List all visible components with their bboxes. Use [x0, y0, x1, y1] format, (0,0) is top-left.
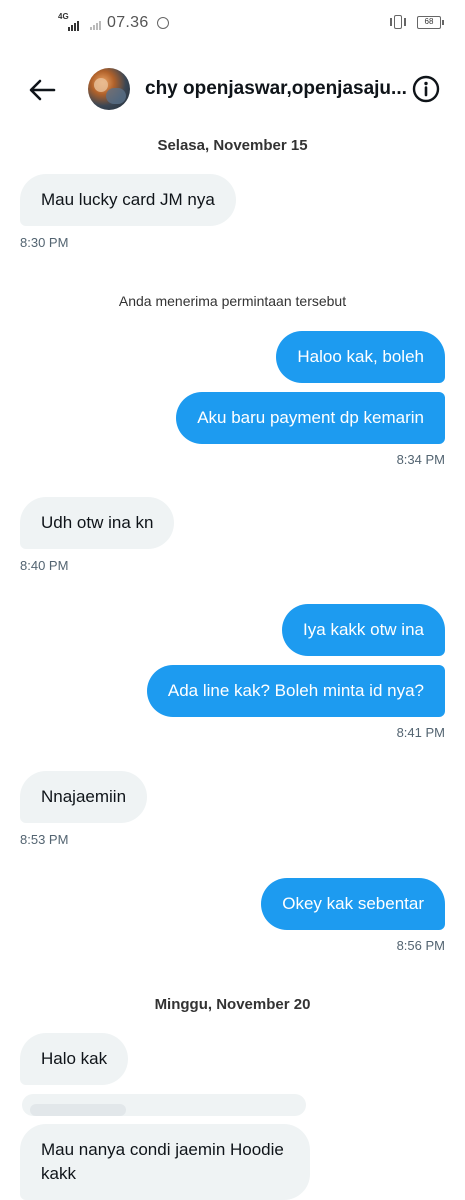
- message-timestamp: 8:53 PM: [20, 832, 69, 847]
- message-bubble-outgoing[interactable]: Iya kakk otw ina: [282, 604, 445, 656]
- whatsapp-icon: [156, 17, 169, 29]
- battery-icon: 68: [417, 15, 444, 29]
- message-bubble-incoming[interactable]: Halo kak: [20, 1033, 129, 1085]
- status-bar: 4G 07.36 68: [0, 0, 465, 48]
- conversation-header: chy openjaswar,openjasaju...: [0, 60, 465, 120]
- avatar[interactable]: [88, 68, 130, 110]
- status-left: 4G 07.36: [58, 12, 169, 32]
- message-bubble-incoming[interactable]: Mau lucky card JM nya: [20, 174, 236, 226]
- info-icon: [412, 75, 440, 103]
- arrow-left-icon: [29, 79, 56, 101]
- status-right: 68: [389, 15, 444, 29]
- message-bubble-incoming[interactable]: Mau nanya condi jaemin Hoodie kakk: [20, 1124, 310, 1200]
- message-timestamp: 8:34 PM: [396, 452, 445, 467]
- conversation-title[interactable]: chy openjaswar,openjasaju...: [145, 78, 407, 100]
- message-bubble-incoming[interactable]: Nnajaemiin: [20, 771, 148, 823]
- message-bubble-outgoing[interactable]: Ada line kak? Boleh minta id nya?: [146, 665, 445, 717]
- message-timestamp: 8:30 PM: [20, 235, 69, 250]
- info-button[interactable]: [411, 74, 441, 104]
- network-signal-icon: 4G: [58, 12, 80, 31]
- message-bubble-outgoing[interactable]: Okey kak sebentar: [261, 878, 445, 930]
- back-button[interactable]: [24, 74, 60, 106]
- message-bubble-outgoing[interactable]: Haloo kak, boleh: [276, 331, 445, 383]
- request-accepted-note: Anda menerima permintaan tersebut: [118, 293, 347, 309]
- secondary-signal-icon: [90, 16, 101, 30]
- message-timestamp: 8:41 PM: [396, 725, 445, 740]
- message-bubble-outgoing[interactable]: Aku baru payment dp kemarin: [176, 392, 445, 444]
- status-time: 07.36: [107, 14, 149, 31]
- partially-hidden-bubble-inner: [30, 1104, 126, 1116]
- vibrate-icon: [389, 15, 407, 29]
- date-separator: Minggu, November 20: [154, 996, 311, 1013]
- message-bubble-incoming[interactable]: Udh otw ina kn: [20, 497, 175, 549]
- battery-level: 68: [424, 16, 434, 26]
- date-separator: Selasa, November 15: [157, 137, 308, 154]
- message-timestamp: 8:40 PM: [20, 558, 69, 573]
- message-timestamp: 8:56 PM: [396, 938, 445, 953]
- network-type: 4G: [58, 12, 69, 21]
